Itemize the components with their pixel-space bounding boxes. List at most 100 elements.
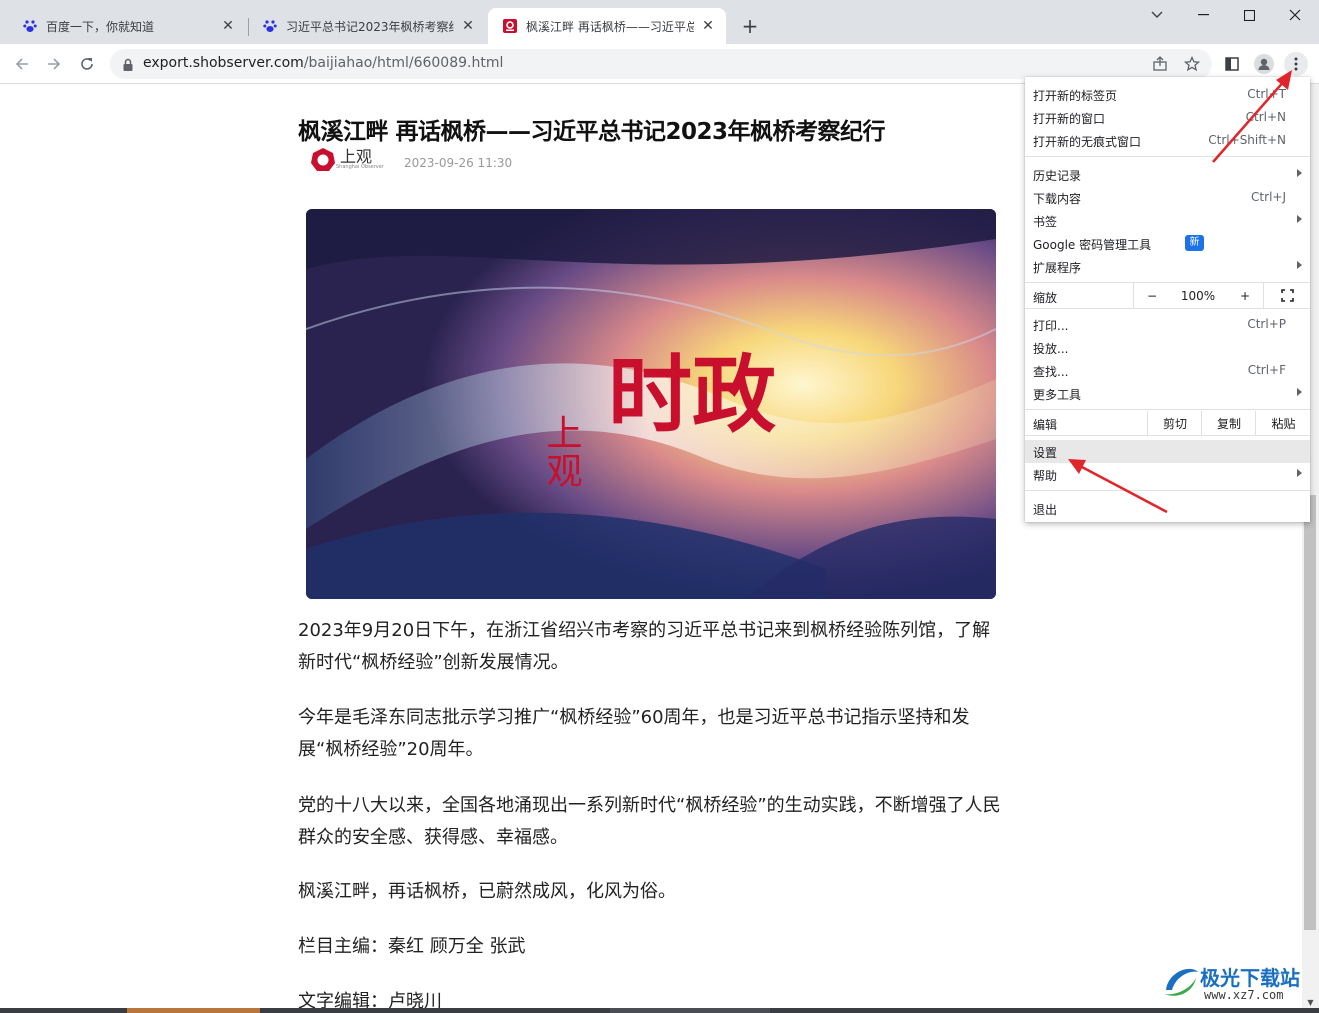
menu-label: 设置	[1033, 446, 1058, 460]
zoom-in-button[interactable]: +	[1227, 283, 1263, 308]
more-vert-icon[interactable]	[1284, 52, 1308, 76]
tab-close-icon[interactable]: ✕	[220, 18, 236, 34]
scrollbar-thumb[interactable]	[1304, 495, 1316, 930]
menu-item-new-window[interactable]: 打开新的窗口 Ctrl+N	[1025, 106, 1310, 129]
menu-item-extensions[interactable]: 扩展程序	[1025, 255, 1310, 278]
close-icon	[1289, 9, 1301, 21]
menu-item-bookmarks[interactable]: 书签	[1025, 209, 1310, 232]
tab-close-icon[interactable]: ✕	[700, 18, 716, 34]
article-paragraph: 栏目主编：秦红 顾万全 张武	[298, 936, 526, 957]
source-logo[interactable]: 上观 Shanghai Observer	[310, 147, 384, 173]
chevron-down-icon	[1151, 11, 1163, 18]
menu-shortcut: Ctrl+T	[1247, 87, 1286, 101]
tab-strip: 百度一下，你就知道 ✕ 习近平总书记2023年枫桥考察纪 ✕ 枫溪江畔 再话枫桥…	[0, 0, 1319, 44]
menu-shortcut: Ctrl+Shift+N	[1208, 133, 1286, 147]
menu-item-help[interactable]: 帮助	[1025, 463, 1310, 486]
fullscreen-button[interactable]	[1263, 283, 1311, 308]
menu-item-exit[interactable]: 退出	[1025, 497, 1310, 520]
menu-item-history[interactable]: 历史记录	[1025, 163, 1310, 186]
reload-icon	[81, 58, 93, 70]
article-paragraph: 今年是毛泽东同志批示学习推广“枫桥经验”60周年，也是习近平总书记指示坚持和发展…	[298, 707, 970, 760]
menu-label: 书签	[1033, 215, 1058, 229]
menu-label: 下载内容	[1033, 192, 1082, 206]
maximize-icon	[1243, 9, 1255, 21]
menu-edit-row: 编辑 剪切 复制 粘贴	[1025, 411, 1310, 435]
shanghai-observer-icon	[502, 18, 518, 34]
zoom-value: 100%	[1180, 288, 1216, 303]
tab-baidu[interactable]: 百度一下，你就知道 ✕	[8, 8, 246, 44]
edit-label: 编辑	[1033, 418, 1058, 432]
submenu-arrow-icon	[1297, 388, 1302, 396]
menu-label: 投放...	[1033, 342, 1069, 356]
paste-label: 粘贴	[1271, 416, 1296, 431]
article-paragraph: 枫溪江畔，再话枫桥，已蔚然成风，化风为俗。	[298, 881, 676, 902]
source-name: 上观	[340, 147, 373, 166]
reload-button[interactable]	[75, 52, 99, 76]
tab-search-button[interactable]	[1134, 0, 1180, 30]
profile-icon[interactable]	[1252, 52, 1276, 76]
menu-item-settings[interactable]: 设置	[1025, 440, 1310, 463]
article-title: 枫溪江畔 再话枫桥——习近平总书记2023年枫桥考察纪行	[298, 119, 886, 145]
menu-label: 打开新的标签页	[1033, 89, 1118, 103]
menu-label: Google 密码管理工具	[1033, 238, 1152, 252]
tab-close-icon[interactable]: ✕	[460, 18, 476, 34]
copy-label: 复制	[1216, 416, 1241, 431]
hero-big-text: 时政	[608, 346, 776, 444]
maximize-button[interactable]	[1226, 0, 1272, 30]
menu-item-password-manager[interactable]: Google 密码管理工具 新	[1025, 232, 1310, 255]
zoom-plus-label: +	[1239, 288, 1251, 303]
bookmark-star-icon[interactable]	[1180, 52, 1204, 76]
cut-button[interactable]: 剪切	[1147, 411, 1202, 435]
watermark-text: 极光下载站	[1200, 966, 1300, 990]
menu-shortcut: Ctrl+F	[1247, 363, 1286, 377]
address-bar[interactable]: export.shobserver.com/baijiahao/html/660…	[110, 49, 1212, 79]
submenu-arrow-icon	[1297, 215, 1302, 223]
side-panel-icon[interactable]	[1220, 52, 1244, 76]
tab-title: 枫溪江畔 再话枫桥——习近平总	[526, 19, 694, 34]
article-paragraph: 2023年9月20日下午，在浙江省绍兴市考察的习近平总书记来到枫桥经验陈列馆，了…	[298, 620, 991, 673]
menu-item-new-tab[interactable]: 打开新的标签页 Ctrl+T	[1025, 83, 1310, 106]
back-icon	[15, 58, 28, 70]
menu-shortcut: Ctrl+P	[1247, 317, 1286, 331]
publish-date: 2023-09-26 11:30	[404, 156, 513, 170]
menu-label: 打印...	[1033, 319, 1069, 333]
zoom-out-button[interactable]: −	[1133, 283, 1170, 308]
paste-button[interactable]: 粘贴	[1255, 411, 1311, 435]
close-window-button[interactable]	[1272, 0, 1318, 30]
cut-label: 剪切	[1162, 416, 1187, 431]
forward-button[interactable]	[42, 52, 66, 76]
new-tab-button[interactable]: +	[738, 14, 762, 38]
menu-separator	[1025, 435, 1310, 436]
submenu-arrow-icon	[1297, 261, 1302, 269]
hero-image: 上观 时政	[306, 209, 996, 599]
tab-fengqiao-active[interactable]: 枫溪江畔 再话枫桥——习近平总 ✕	[488, 8, 726, 44]
fullscreen-icon	[1281, 289, 1294, 302]
copy-button[interactable]: 复制	[1201, 411, 1256, 435]
menu-label: 查找...	[1033, 365, 1069, 379]
menu-item-downloads[interactable]: 下载内容 Ctrl+J	[1025, 186, 1310, 209]
menu-separator	[1025, 308, 1310, 309]
taskbar-item[interactable]	[127, 1008, 260, 1013]
menu-label: 打开新的无痕式窗口	[1033, 135, 1142, 149]
menu-item-find[interactable]: 查找... Ctrl+F	[1025, 359, 1310, 382]
menu-item-incognito[interactable]: 打开新的无痕式窗口 Ctrl+Shift+N	[1025, 129, 1310, 152]
tab-xi-inspection[interactable]: 习近平总书记2023年枫桥考察纪 ✕	[248, 8, 486, 44]
menu-item-cast[interactable]: 投放...	[1025, 336, 1310, 359]
submenu-arrow-icon	[1297, 169, 1302, 177]
zoom-minus-label: −	[1146, 288, 1158, 303]
back-button[interactable]	[10, 52, 34, 76]
taskbar-item[interactable]	[610, 1008, 770, 1013]
menu-zoom-row: 缩放 − 100% +	[1025, 283, 1310, 308]
minimize-icon	[1197, 14, 1209, 16]
menu-item-print[interactable]: 打印... Ctrl+P	[1025, 313, 1310, 336]
tab-title: 百度一下，你就知道	[46, 19, 155, 34]
forward-icon	[48, 58, 61, 70]
url-text[interactable]: export.shobserver.com/baijiahao/html/660…	[143, 55, 503, 71]
minimize-button[interactable]	[1180, 0, 1226, 30]
menu-separator	[1025, 490, 1310, 491]
menu-item-more-tools[interactable]: 更多工具	[1025, 382, 1310, 405]
share-icon[interactable]	[1148, 52, 1172, 76]
lock-icon[interactable]	[122, 57, 134, 76]
menu-label: 退出	[1033, 503, 1058, 517]
watermark-url: www.xz7.com	[1204, 988, 1284, 1002]
